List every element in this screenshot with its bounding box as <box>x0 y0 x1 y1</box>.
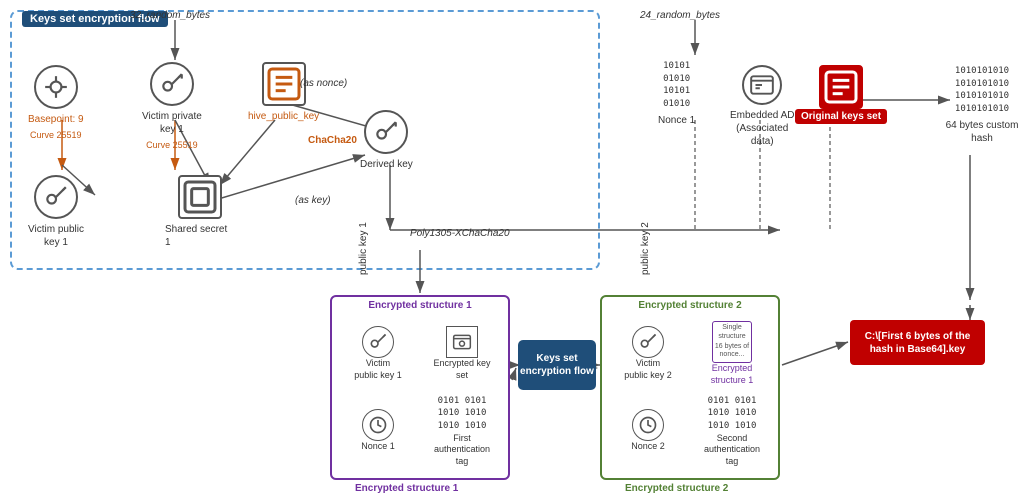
binary-hash-text: 1010101010101010101010101010101010101010 <box>955 65 1009 115</box>
enc-structure1-title: Encrypted structure 1 <box>332 297 508 313</box>
label-poly1305: Poly1305-XChaCha20 <box>410 228 510 239</box>
enc1-cell-auth: 0101 01011010 10101010 1010 Firstauthent… <box>422 395 502 469</box>
enc1-enc-key-icon <box>446 326 478 358</box>
enc-structure2-bottom-label: Encrypted structure 2 <box>625 483 728 494</box>
keys-set-flow-label: Keys set encryption flow <box>518 352 596 378</box>
enc-structure2-title: Encrypted structure 2 <box>602 297 778 313</box>
encrypted-structure-1-box: Encrypted structure 1 Victimpublic key 1… <box>330 295 510 480</box>
hive-public-key-icon <box>262 62 306 106</box>
enc2-cell-key: Victimpublic key 2 <box>608 317 688 391</box>
node-victim-public-key1: Victim publickey 1 <box>28 175 84 249</box>
enc1-key-icon <box>362 326 394 358</box>
nonce1-binary: 10101010101010101010 <box>663 60 690 110</box>
enc2-auth-binary: 0101 01011010 10101010 1010 <box>708 395 757 433</box>
enc2-cell-auth: 0101 01011010 10101010 1010 Secondauthen… <box>692 395 772 469</box>
label-as-key: (as key) <box>295 195 331 206</box>
enc1-cell-key: Victimpublic key 1 <box>338 317 418 391</box>
node-shared-secret1: Shared secret 1 <box>165 175 235 249</box>
encrypted-structure-2-box: Encrypted structure 2 Victimpublic key 2… <box>600 295 780 480</box>
enc2-nonce-icon <box>632 409 664 441</box>
label-24-random-bytes: 24_random_bytes <box>640 10 720 21</box>
top-encryption-box: Keys set encryption flow <box>10 10 600 270</box>
node-embedded-ad: Embedded AD(Associateddata) <box>730 65 795 148</box>
curve-25519-label-1: Curve 25519 <box>30 130 82 142</box>
enc1-auth-label: Firstauthenticationtag <box>434 433 490 468</box>
node-hive-public-key: hive_public_key <box>248 62 319 123</box>
original-keys-set-icon <box>819 65 863 109</box>
enc1-nonce-icon <box>362 409 394 441</box>
enc2-struct1-mini: Singlestructure 16 bytes ofnonce... <box>712 321 752 363</box>
enc1-enc-key-label: Encrypted keyset <box>433 358 490 381</box>
label-32-random-bytes: 32_random_bytes <box>130 10 210 21</box>
enc2-key-icon <box>632 326 664 358</box>
basepoint-icon <box>34 65 78 109</box>
enc-structure1-bottom-label: Encrypted structure 1 <box>355 483 458 494</box>
enc2-cell-struct1: Singlestructure 16 bytes ofnonce... Encr… <box>692 317 772 391</box>
node-derived-key: Derived key <box>360 110 413 171</box>
node-original-keys-set: Original keys set <box>795 65 887 124</box>
original-keys-set-label: Original keys set <box>795 109 887 124</box>
hive-public-key-label: hive_public_key <box>248 110 319 123</box>
hash-key-file-box: C:\[First 6 bytes of the hash in Base64]… <box>850 320 985 365</box>
hash-key-label: C:\[First 6 bytes of the hash in Base64]… <box>854 330 981 356</box>
public-key-1-rotated: public key 1 <box>358 222 369 275</box>
nonce1-label: Nonce 1 <box>658 114 695 127</box>
enc1-key-label: Victimpublic key 1 <box>354 358 402 381</box>
victim-private-key1-icon <box>150 62 194 106</box>
enc1-nonce-label: Nonce 1 <box>361 441 395 453</box>
hash-label: 64 bytes custom hash <box>940 119 1024 145</box>
node-nonce1: 10101010101010101010 Nonce 1 <box>658 60 695 127</box>
enc1-auth-binary: 0101 01011010 10101010 1010 <box>438 395 487 433</box>
label-as-nonce: (as nonce) <box>300 78 347 89</box>
node-binary-hash: 1010101010101010101010101010101010101010… <box>940 65 1024 145</box>
shared-secret1-label: Shared secret 1 <box>165 223 235 249</box>
enc2-cell-nonce: Nonce 2 <box>608 395 688 469</box>
derived-key-label: Derived key <box>360 158 413 171</box>
label-chacha20: ChaCha20 <box>308 135 357 146</box>
embedded-ad-label: Embedded AD(Associateddata) <box>730 109 795 148</box>
enc2-nonce-label: Nonce 2 <box>631 441 665 453</box>
shared-secret1-icon <box>178 175 222 219</box>
enc2-key-label: Victimpublic key 2 <box>624 358 672 381</box>
victim-private-key1-label: Victim privatekey 1 <box>142 110 202 136</box>
public-key-2-rotated: public key 2 <box>640 222 651 275</box>
curve-25519-label-2: Curve 25519 <box>146 140 198 152</box>
basepoint-label: Basepoint: 9 <box>28 113 84 126</box>
victim-public-key1-icon <box>34 175 78 219</box>
derived-key-icon <box>364 110 408 154</box>
victim-public-key1-bottom-label: Victim publickey 1 <box>28 223 84 249</box>
keys-set-flow-box: Keys set encryption flow <box>518 340 596 390</box>
enc2-auth-label: Secondauthenticationtag <box>704 433 760 468</box>
embedded-ad-icon <box>742 65 782 105</box>
enc1-cell-enc-key: Encrypted keyset <box>422 317 502 391</box>
enc2-struct1-label: Encryptedstructure 1 <box>711 363 754 386</box>
node-victim-private-key1: Victim privatekey 1 Curve 25519 <box>142 62 202 152</box>
enc1-cell-nonce: Nonce 1 <box>338 395 418 469</box>
node-basepoint: Basepoint: 9 Curve 25519 <box>28 65 84 142</box>
diagram: Keys set encryption flow <box>0 0 1024 500</box>
